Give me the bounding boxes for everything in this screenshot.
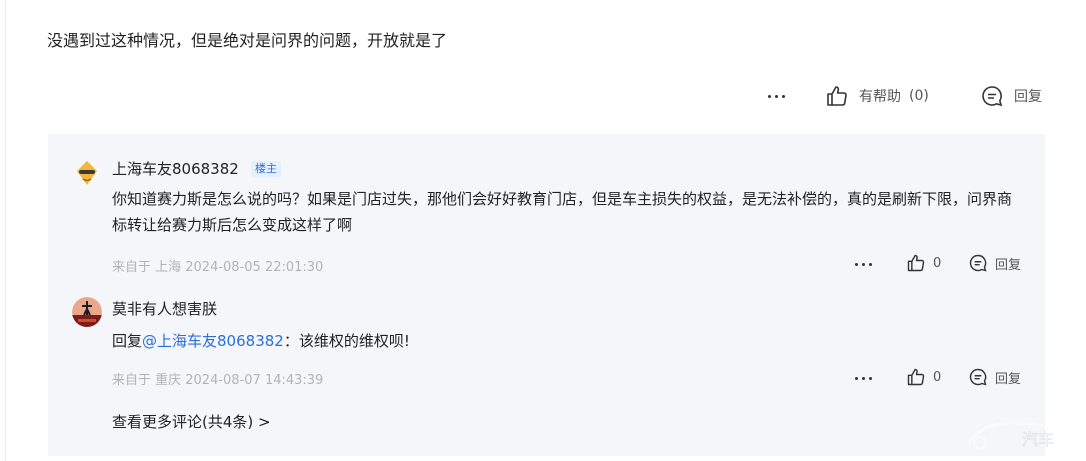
helpful-label: 有帮助 xyxy=(859,89,901,105)
reply-button[interactable]: 回复 xyxy=(980,84,1042,108)
mention-link[interactable]: @上海车友8068382 xyxy=(142,332,284,350)
helpful-count: (0) xyxy=(909,88,929,104)
replies-panel: 上海车友8068382 楼主 你知道赛力斯是怎么说的吗？如果是门店过失，那他们会… xyxy=(48,134,1045,456)
left-border xyxy=(5,0,6,461)
more-options-icon[interactable] xyxy=(855,263,872,266)
avatar[interactable] xyxy=(72,297,102,327)
thumbs-up-icon xyxy=(825,84,849,108)
reply-button[interactable]: 回复 xyxy=(968,253,1021,273)
helpful-button[interactable]: 有帮助 (0) xyxy=(825,84,929,108)
like-count: 0 xyxy=(933,255,942,271)
like-button[interactable]: 0 xyxy=(906,367,941,387)
like-button[interactable]: 0 xyxy=(906,253,941,273)
reply-label: 回复 xyxy=(1014,89,1042,105)
reply-meta: 来自于 上海 2024-08-05 22:01:30 xyxy=(112,260,324,275)
comment-text: 没遇到过这种情况，但是绝对是问界的问题，开放就是了 xyxy=(47,31,448,50)
watermark-text: 汽车 xyxy=(1022,430,1054,449)
reply-text: 回复@上海车友8068382：该维权的维权呗! xyxy=(112,328,410,354)
reply-label: 回复 xyxy=(995,257,1022,273)
username[interactable]: 上海车友8068382 xyxy=(112,158,239,179)
reply-text-suffix: ：该维权的维权呗! xyxy=(283,332,410,350)
comment-bubble-icon xyxy=(968,253,988,273)
thumbs-up-icon xyxy=(906,253,926,273)
like-count: 0 xyxy=(933,369,942,385)
more-options-icon[interactable] xyxy=(768,95,785,98)
thumbs-up-icon xyxy=(906,367,926,387)
op-badge: 楼主 xyxy=(251,161,281,177)
reply-meta: 来自于 重庆 2024-08-07 14:43:39 xyxy=(112,373,324,388)
comment-bubble-icon xyxy=(980,84,1004,108)
reply-label: 回复 xyxy=(995,371,1022,387)
reply-button[interactable]: 回复 xyxy=(968,367,1021,387)
comment-bubble-icon xyxy=(968,367,988,387)
view-more-comments-link[interactable]: 查看更多评论(共4条) > xyxy=(112,411,271,432)
reply-text: 你知道赛力斯是怎么说的吗？如果是门店过失，那他们会好好教育门店，但是车主损失的权… xyxy=(112,190,1013,234)
more-options-icon[interactable] xyxy=(855,377,872,380)
watermark: 汽车 xyxy=(964,413,1074,457)
username[interactable]: 莫非有人想害朕 xyxy=(112,298,217,319)
avatar[interactable] xyxy=(72,158,102,188)
reply-prefix: 回复 xyxy=(112,332,143,350)
